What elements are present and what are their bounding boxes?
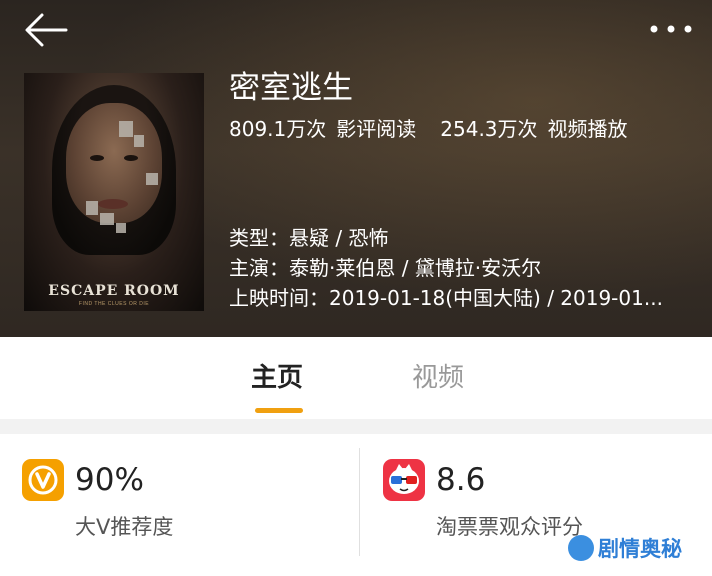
tab-video[interactable]: 视频	[412, 361, 464, 395]
plays-label: 视频播放	[547, 117, 628, 141]
poster-title: ESCAPE ROOM	[48, 283, 180, 299]
tab-bar: 主页 视频	[0, 337, 712, 419]
poster-puzzle-tile	[134, 135, 144, 147]
release-line: 上映时间：2019-01-18(中国大陆) / 2019-01...	[229, 286, 663, 310]
taopiaopiao-logo-icon	[383, 459, 425, 501]
movie-stats: 809.1万次 影评阅读 254.3万次 视频播放	[229, 115, 638, 143]
watermark-logo-icon	[568, 535, 594, 561]
poster-tagline: FIND THE CLUES OR DIE	[78, 301, 150, 307]
reads-label: 影评阅读	[336, 117, 417, 141]
genre-line: 类型：悬疑 / 恐怖	[229, 226, 389, 250]
bigv-score: 90%	[75, 462, 144, 498]
bigv-label: 大V推荐度	[75, 515, 174, 539]
more-button[interactable]	[648, 12, 698, 46]
bigv-rating-card[interactable]: 90% 大V推荐度	[0, 434, 356, 576]
movie-header: ESCAPE ROOM FIND THE CLUES OR DIE 密室逃生 8…	[0, 0, 712, 337]
poster-puzzle-tile	[100, 213, 114, 225]
watermark-text: 剧情奥秘	[598, 537, 682, 561]
plays-count: 254.3万次	[440, 117, 538, 141]
poster-eye-left	[90, 155, 104, 161]
poster-mouth	[98, 199, 128, 209]
active-tab-indicator	[255, 408, 303, 413]
watermark: 剧情奥秘	[568, 530, 682, 566]
taopiaopiao-score: 8.6	[436, 462, 486, 498]
cast-line: 主演：泰勒·莱伯恩 / 黛博拉·安沃尔	[229, 256, 542, 280]
arrow-left-icon	[25, 13, 68, 47]
bigv-logo-icon	[22, 459, 64, 501]
back-button[interactable]	[22, 10, 72, 50]
poster-puzzle-tile	[86, 201, 98, 215]
reads-count: 809.1万次	[229, 117, 327, 141]
tab-home[interactable]: 主页	[251, 361, 303, 395]
poster-puzzle-tile	[116, 223, 126, 233]
movie-title: 密室逃生	[229, 70, 353, 106]
poster-puzzle-tile	[146, 173, 158, 185]
movie-poster[interactable]: ESCAPE ROOM FIND THE CLUES OR DIE	[24, 73, 204, 311]
poster-eye-right	[124, 155, 138, 161]
more-dots-icon	[650, 25, 692, 33]
taopiaopiao-label: 淘票票观众评分	[436, 515, 583, 539]
poster-puzzle-tile	[119, 121, 133, 137]
